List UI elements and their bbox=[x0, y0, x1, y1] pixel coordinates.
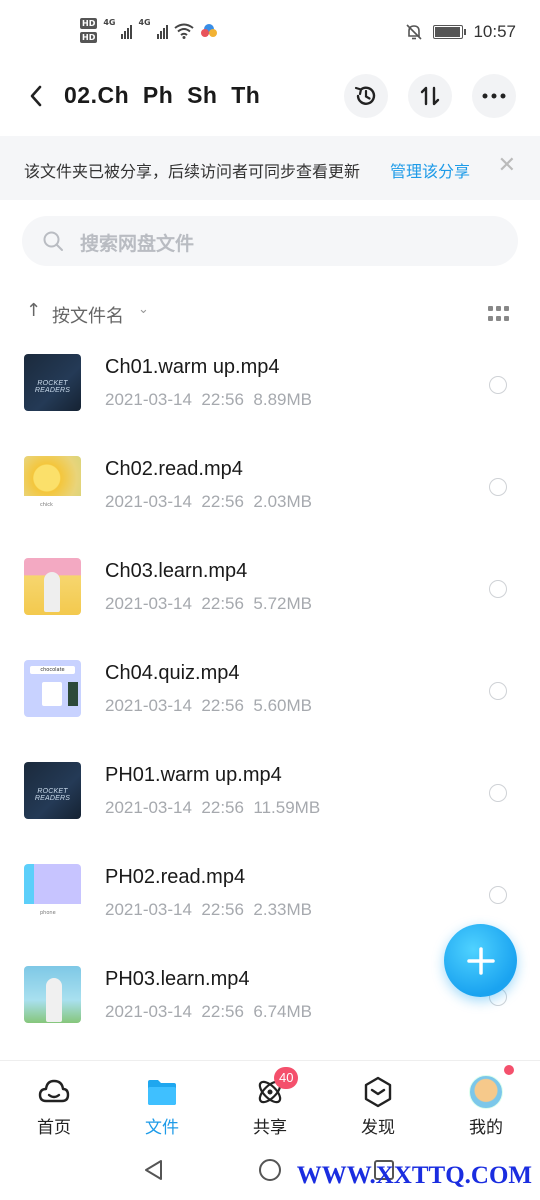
network-label-1: 4G bbox=[103, 18, 116, 27]
discover-cube-icon bbox=[364, 1076, 392, 1108]
select-checkbox[interactable] bbox=[489, 478, 507, 496]
battery-icon bbox=[433, 25, 467, 39]
signal-icon bbox=[121, 23, 133, 39]
video-thumbnail bbox=[24, 558, 81, 615]
thumbnail-text: chick bbox=[40, 502, 53, 508]
avatar-icon bbox=[469, 1075, 503, 1109]
file-row[interactable]: ROCKET READERS Ch01.warm up.mp4 2021-03-… bbox=[0, 336, 540, 438]
back-triangle-icon[interactable] bbox=[142, 1158, 166, 1182]
notification-dot bbox=[504, 1065, 514, 1075]
more-button[interactable] bbox=[472, 74, 516, 118]
share-banner-text: 该文件夹已被分享，后续访问者可同步查看更新 bbox=[24, 162, 361, 181]
video-thumbnail: phone bbox=[24, 864, 81, 921]
transfer-button[interactable] bbox=[408, 74, 452, 118]
cloud-app-icon bbox=[200, 23, 217, 37]
video-thumbnail: chick bbox=[24, 456, 81, 513]
status-left: HD HD 4G 4G bbox=[80, 18, 218, 43]
back-arrow-icon bbox=[30, 85, 42, 107]
sort-arrow-icon: ↑ bbox=[26, 300, 42, 321]
search-placeholder: 搜索网盘文件 bbox=[80, 233, 195, 255]
folder-icon bbox=[148, 1080, 176, 1105]
file-name: PH01.warm up.mp4 bbox=[105, 764, 282, 786]
file-row[interactable]: Ch03.learn.mp4 2021-03-14 22:56 5.72MB bbox=[0, 540, 540, 642]
search-icon bbox=[43, 231, 63, 251]
header: 02.Ch Ph Sh Th bbox=[0, 68, 540, 128]
search-input[interactable]: 搜索网盘文件 bbox=[22, 216, 518, 266]
file-row[interactable]: chick Ch02.read.mp4 2021-03-14 22:56 2.0… bbox=[0, 438, 540, 540]
status-time: 10:57 bbox=[473, 22, 516, 41]
share-badge: 40 bbox=[274, 1067, 299, 1089]
system-nav: WWW.XXTTQ.COM bbox=[0, 1146, 540, 1200]
file-meta: 2021-03-14 22:56 6.74MB bbox=[105, 1002, 312, 1021]
thumbnail-text: chocolate bbox=[30, 666, 75, 674]
nav-item-home[interactable]: 首页 bbox=[14, 1075, 94, 1138]
close-icon[interactable]: ✕ bbox=[498, 154, 516, 178]
thumbnail-text: ROCKET READERS bbox=[34, 380, 71, 394]
file-meta: 2021-03-14 22:56 8.89MB bbox=[105, 390, 312, 409]
watermark: WWW.XXTTQ.COM bbox=[296, 1162, 532, 1189]
add-button[interactable] bbox=[444, 924, 517, 997]
select-checkbox[interactable] bbox=[489, 580, 507, 598]
wifi-icon bbox=[174, 23, 194, 39]
nav-item-me[interactable]: 我的 bbox=[446, 1065, 526, 1138]
file-name: Ch04.quiz.mp4 bbox=[105, 662, 240, 684]
back-button[interactable] bbox=[20, 80, 52, 112]
video-thumbnail bbox=[24, 966, 81, 1023]
status-bar: HD HD 4G 4G 10:57 bbox=[0, 0, 540, 68]
history-button[interactable] bbox=[344, 74, 388, 118]
page-title: 02.Ch Ph Sh Th bbox=[64, 82, 261, 108]
select-checkbox[interactable] bbox=[489, 886, 507, 904]
file-row[interactable]: ROCKET READERS PH01.warm up.mp4 2021-03-… bbox=[0, 744, 540, 846]
video-thumbnail: ROCKET READERS bbox=[24, 762, 81, 819]
file-meta: 2021-03-14 22:56 5.60MB bbox=[105, 696, 312, 715]
thumbnail-text: ROCKET READERS bbox=[34, 788, 71, 802]
mute-icon bbox=[406, 24, 423, 40]
history-icon bbox=[354, 86, 376, 105]
video-thumbnail: chocolate bbox=[24, 660, 81, 717]
file-meta: 2021-03-14 22:56 2.03MB bbox=[105, 492, 312, 511]
plus-icon bbox=[466, 946, 495, 975]
file-meta: 2021-03-14 22:56 11.59MB bbox=[105, 798, 321, 817]
hd-label-2: HD bbox=[80, 32, 98, 43]
chevron-down-icon[interactable]: ⌄ bbox=[138, 302, 149, 317]
file-name: PH03.learn.mp4 bbox=[105, 968, 250, 990]
grid-view-icon[interactable] bbox=[488, 306, 510, 322]
select-checkbox[interactable] bbox=[489, 784, 507, 802]
nav-item-files[interactable]: 文件 bbox=[122, 1075, 202, 1138]
select-checkbox[interactable] bbox=[489, 376, 507, 394]
file-name: Ch02.read.mp4 bbox=[105, 458, 243, 480]
sort-by-name-button[interactable]: 按文件名 bbox=[52, 302, 124, 328]
home-circle-icon[interactable] bbox=[258, 1158, 282, 1182]
nav-label-files: 文件 bbox=[145, 1118, 179, 1138]
nav-label-home: 首页 bbox=[37, 1118, 71, 1138]
file-name: Ch01.warm up.mp4 bbox=[105, 356, 280, 378]
file-name: Ch03.learn.mp4 bbox=[105, 560, 248, 582]
manage-share-link[interactable]: 管理该分享 bbox=[390, 158, 470, 182]
home-cloud-icon bbox=[38, 1079, 70, 1103]
bottom-nav: 首页 文件 40 共享 发现 我的 bbox=[0, 1060, 540, 1144]
share-banner: 该文件夹已被分享，后续访问者可同步查看更新 管理该分享 ✕ bbox=[0, 136, 540, 200]
file-name: PH02.read.mp4 bbox=[105, 866, 246, 888]
nav-item-share[interactable]: 40 共享 bbox=[230, 1067, 310, 1138]
nav-label-share: 共享 bbox=[253, 1118, 287, 1138]
select-checkbox[interactable] bbox=[489, 682, 507, 700]
thumbnail-text: phone bbox=[40, 910, 56, 916]
nav-item-discover[interactable]: 发现 bbox=[338, 1075, 418, 1138]
file-row[interactable]: chocolate Ch04.quiz.mp4 2021-03-14 22:56… bbox=[0, 642, 540, 744]
network-label-2: 4G bbox=[138, 18, 151, 27]
file-meta: 2021-03-14 22:56 2.33MB bbox=[105, 900, 312, 919]
status-right: 10:57 bbox=[405, 22, 516, 42]
video-thumbnail: ROCKET READERS bbox=[24, 354, 81, 411]
sort-row: ↑ 按文件名 ⌄ bbox=[0, 296, 540, 332]
file-meta: 2021-03-14 22:56 5.72MB bbox=[105, 594, 312, 613]
more-icon bbox=[482, 93, 506, 99]
hd-label-1: HD bbox=[80, 18, 98, 29]
transfer-icon bbox=[420, 86, 440, 106]
nav-label-me: 我的 bbox=[469, 1118, 503, 1138]
signal-icon-2 bbox=[156, 23, 168, 39]
nav-label-discover: 发现 bbox=[361, 1118, 395, 1138]
